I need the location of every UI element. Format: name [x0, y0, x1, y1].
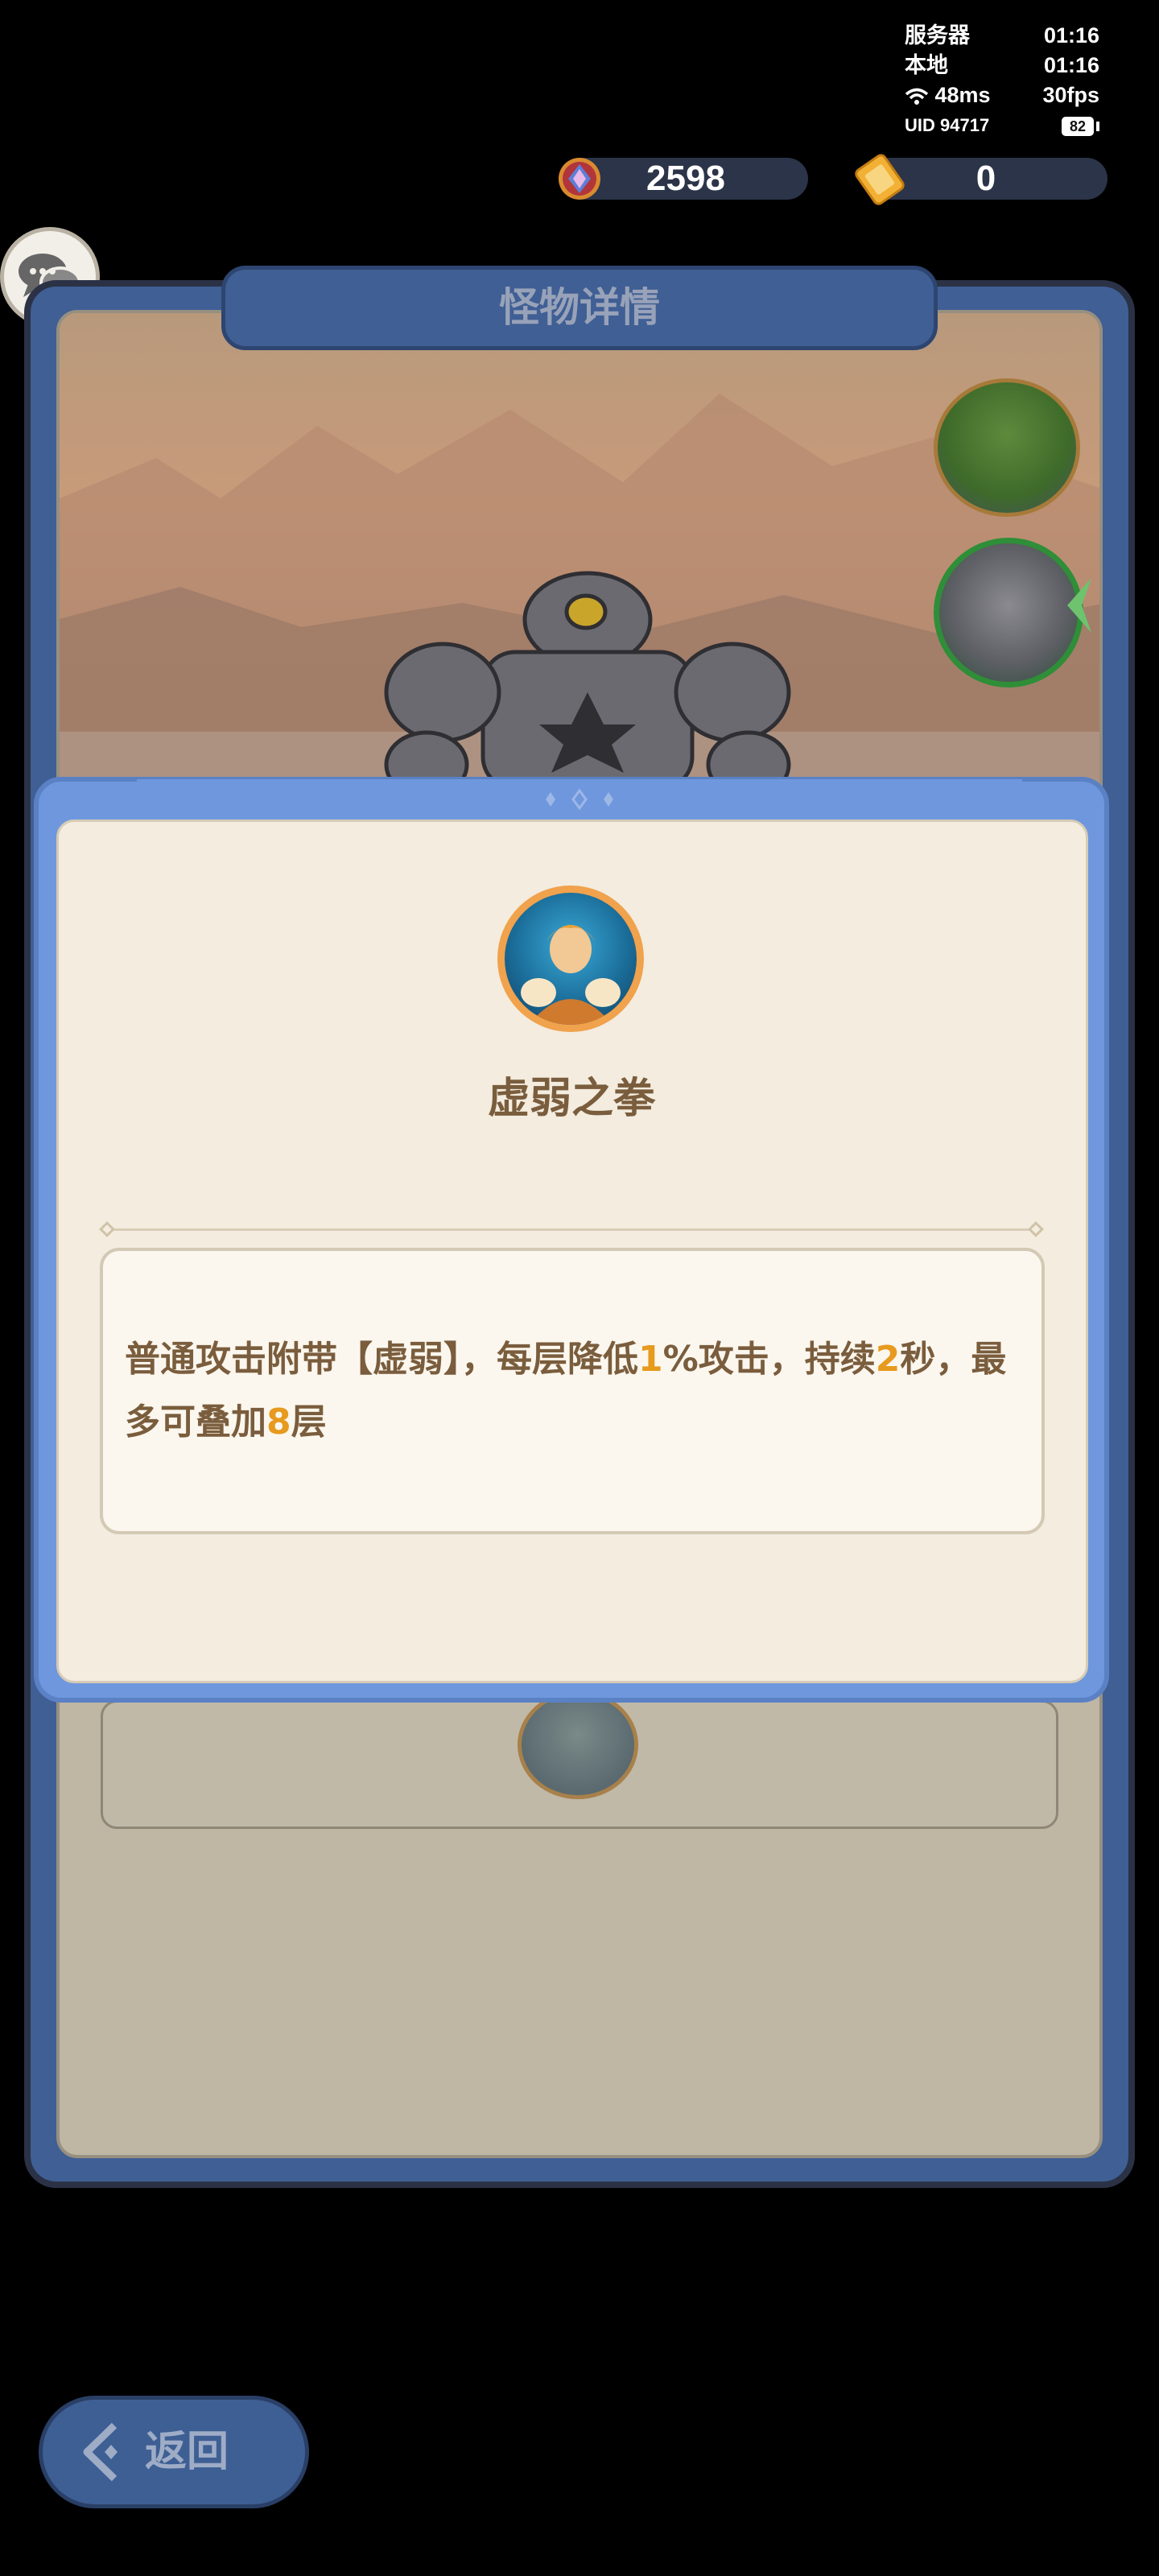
uid-row: UID 94717 82 — [901, 110, 1103, 140]
gem-icon — [559, 158, 600, 200]
skill-description: 普通攻击附带【虚弱】，每层降低1%攻击，持续2秒，最多可叠加8层 — [125, 1339, 1007, 1443]
local-label: 本地 — [905, 53, 948, 77]
skill-fist-icon — [521, 925, 621, 1025]
ping-value: 48ms — [934, 83, 991, 107]
island-map-icon[interactable] — [934, 378, 1080, 517]
modal-ornament-icon — [546, 788, 613, 811]
network-row: 48ms 30fps — [901, 80, 1103, 110]
battery-level: 82 — [1062, 117, 1094, 137]
server-label: 服务器 — [905, 23, 970, 47]
chevron-left-icon — [1067, 578, 1091, 633]
battery-icon: 82 — [1062, 110, 1099, 140]
divider — [109, 1228, 1034, 1231]
monster-golem-icon — [384, 571, 791, 781]
local-time-row: 本地 01:16 — [901, 51, 1103, 80]
server-time: 01:16 — [1043, 23, 1099, 47]
skill-name: 虚弱之拳 — [487, 1075, 655, 1123]
fps-value: 30fps — [1042, 83, 1099, 107]
uid-value: UID 94717 — [905, 115, 990, 135]
local-time: 01:16 — [1043, 53, 1099, 77]
ticket-icon — [855, 154, 905, 205]
page-title: 怪物详情 — [499, 284, 660, 331]
ticket-count: 0 — [975, 159, 996, 198]
back-arrow-icon — [83, 2422, 118, 2482]
skill-thumb-icon[interactable] — [518, 1690, 638, 1799]
gem-count: 2598 — [646, 159, 725, 198]
server-time-row: 服务器 01:16 — [901, 21, 1103, 51]
skill-icon — [497, 886, 644, 1032]
wifi-icon — [905, 88, 929, 105]
back-button-label: 返回 — [145, 2428, 229, 2476]
status-panel: 服务器 01:16 本地 01:16 48ms 30fps UID 94717 … — [901, 21, 1103, 140]
